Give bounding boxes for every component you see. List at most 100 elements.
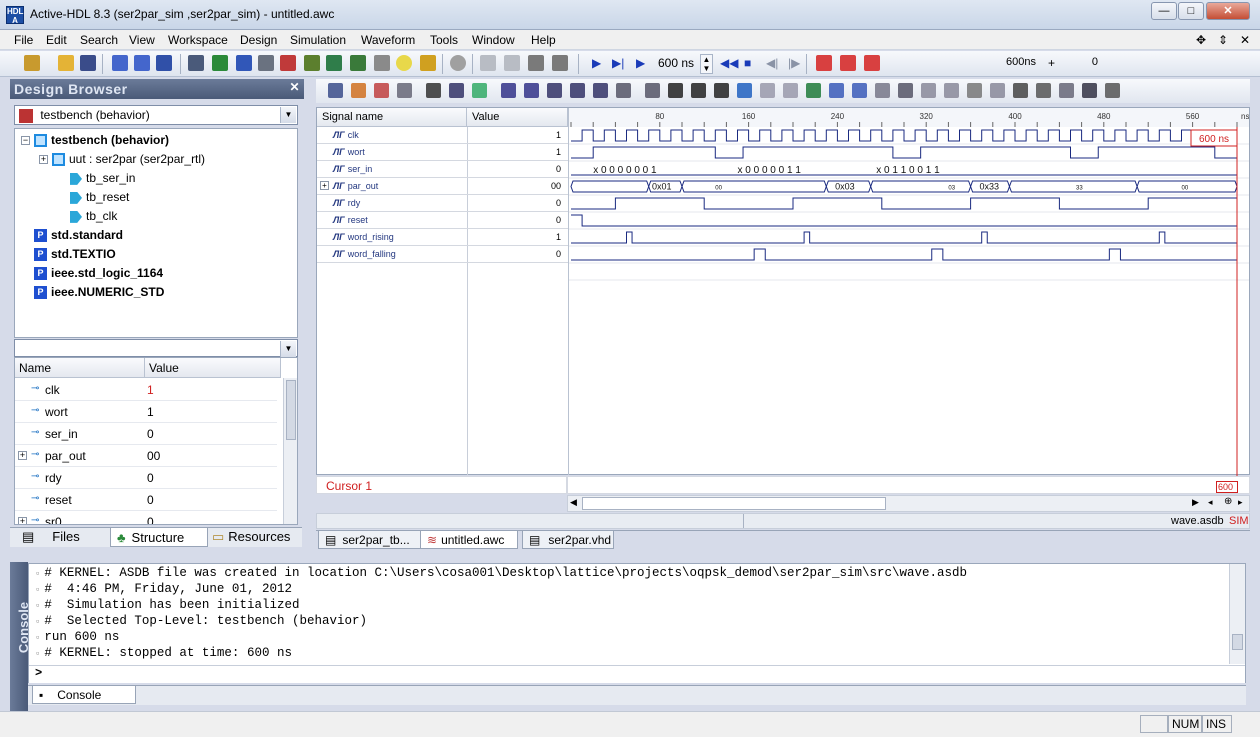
table-row[interactable]: ⊸ reset 0 — [15, 489, 281, 511]
zoom-right-icon[interactable] — [593, 83, 608, 98]
paste-icon[interactable] — [783, 83, 798, 98]
tree-item[interactable]: − testbench (behavior) — [21, 133, 169, 152]
breakpoint-icon[interactable] — [816, 55, 832, 71]
grid-scrollbar-thumb[interactable] — [286, 380, 296, 440]
compile-icon[interactable] — [480, 55, 496, 71]
prev-edge-icon[interactable] — [616, 83, 631, 98]
signals-icon[interactable] — [134, 55, 150, 71]
tab-structure[interactable]: ♣ Structure — [110, 527, 208, 547]
step-icon[interactable]: ◀| — [766, 56, 778, 70]
design-unit-combo[interactable]: testbench (behavior) ▼ — [14, 105, 298, 125]
menu-file[interactable]: File — [14, 33, 33, 47]
probe-icon[interactable] — [714, 83, 729, 98]
horizontal-scrollbar[interactable]: ◀ ▶ ◂ ⊕ ▸ — [567, 495, 1250, 512]
arrange-icon[interactable] — [875, 83, 890, 98]
expand-toggle-icon[interactable]: + — [39, 155, 48, 165]
expand-toggle-icon[interactable]: − — [21, 136, 30, 146]
minimize-button[interactable]: — — [1151, 2, 1177, 20]
find-next-icon[interactable] — [691, 83, 706, 98]
zoom-out-small-icon[interactable]: ◂ — [1208, 497, 1213, 508]
scroll-left-icon[interactable]: ◀ — [570, 497, 577, 508]
step-field[interactable]: 0 — [1062, 54, 1102, 73]
code-debug-icon[interactable] — [280, 55, 296, 71]
close-panel-icon[interactable]: ✕ — [289, 80, 300, 94]
table-row[interactable]: + ⊸ sr0 0 — [15, 511, 281, 524]
compile-all-icon[interactable] — [504, 55, 520, 71]
horizontal-scroll-thumb[interactable] — [582, 497, 886, 510]
hex-icon[interactable] — [829, 83, 844, 98]
run-time-field[interactable]: 600 ns — [658, 56, 694, 70]
restart-icon[interactable] — [552, 55, 568, 71]
zoom-out-icon[interactable] — [524, 83, 539, 98]
breakpoint-clear-icon[interactable] — [864, 55, 880, 71]
grid-icon[interactable] — [156, 55, 172, 71]
chevron-down-icon[interactable]: ▼ — [280, 341, 296, 357]
signal-filter-combo[interactable]: ▼ — [14, 339, 298, 357]
sig-add-icon[interactable] — [944, 83, 959, 98]
menu-simulation[interactable]: Simulation — [290, 33, 346, 47]
signal-row[interactable]: + ЛГ par_out 00 — [317, 178, 568, 195]
grid-header-name[interactable]: Name — [15, 358, 145, 378]
menu-edit[interactable]: Edit — [46, 33, 67, 47]
breakpoint-toggle-icon[interactable] — [840, 55, 856, 71]
table-row[interactable]: ⊸ rdy 0 — [15, 467, 281, 489]
library-icon[interactable] — [188, 55, 204, 71]
edit-driver-icon[interactable] — [806, 83, 821, 98]
waveform-canvas[interactable]: 80 160 240 320 400 480 560 ns 0x01 00 0x03 03 0x33 33… — [569, 108, 1249, 476]
run-until-icon[interactable]: ▶| — [612, 56, 624, 70]
cut-icon[interactable] — [760, 83, 775, 98]
run-icon[interactable]: ▶ — [592, 56, 601, 70]
grid-scrollbar[interactable] — [283, 378, 297, 524]
cursor-row-label[interactable]: Cursor 1 — [316, 476, 567, 494]
print-icon[interactable] — [1036, 83, 1051, 98]
tree-item[interactable]: Pstd.TEXTIO — [21, 247, 116, 266]
signal-row[interactable]: ЛГ word_rising 1 — [317, 229, 568, 246]
find-prev-icon[interactable] — [668, 83, 683, 98]
scroll-right-icon[interactable]: ▶ — [1192, 497, 1199, 508]
maximize-button[interactable]: □ — [1178, 2, 1204, 20]
export-icon[interactable] — [1082, 83, 1097, 98]
table-row[interactable]: ⊸ clk 1 — [15, 379, 281, 401]
menu-workspace[interactable]: Workspace — [168, 33, 228, 47]
marker-icon[interactable] — [737, 83, 752, 98]
expand-toggle-icon[interactable]: + — [18, 517, 27, 524]
zoom-area-icon[interactable] — [547, 83, 562, 98]
menu-waveform[interactable]: Waveform — [361, 33, 415, 47]
expand-toggle-icon[interactable]: + — [18, 451, 27, 460]
props-icon[interactable] — [397, 83, 412, 98]
tree-item[interactable]: tb_clk — [57, 209, 117, 228]
tree-item[interactable]: tb_ser_in — [57, 171, 135, 190]
history-icon[interactable] — [351, 83, 366, 98]
menu-view[interactable]: View — [129, 33, 155, 47]
step-over-icon[interactable]: |▶ — [788, 56, 800, 70]
next-edge-icon[interactable] — [645, 83, 660, 98]
tree-item[interactable]: Pieee.NUMERIC_STD — [21, 285, 164, 304]
signal-row[interactable]: ЛГ clk 1 — [317, 127, 568, 144]
table-row[interactable]: ⊸ ser_in 0 — [15, 423, 281, 445]
header-signal-name[interactable]: Signal name — [317, 108, 467, 127]
sig-del-icon[interactable] — [967, 83, 982, 98]
console-output[interactable]: ▫ # KERNEL: ASDB file was created in loca… — [28, 563, 1246, 683]
console-scrollbar-thumb[interactable] — [1232, 634, 1243, 650]
wizard-icon[interactable] — [420, 55, 436, 71]
grid-header-value[interactable]: Value — [145, 358, 281, 378]
bin-icon[interactable] — [852, 83, 867, 98]
lightbulb-icon[interactable] — [396, 55, 412, 71]
tab-resources[interactable]: ▭ Resources — [206, 527, 302, 547]
tree-item[interactable]: Pieee.std_logic_1164 — [21, 266, 163, 285]
cursor-time-box[interactable]: 600 — [1216, 481, 1238, 493]
stack-icon[interactable] — [528, 55, 544, 71]
pointer-icon[interactable] — [426, 83, 441, 98]
stop-icon[interactable]: ■ — [744, 56, 751, 70]
tree-item[interactable]: Pstd.standard — [21, 228, 123, 247]
header-value[interactable]: Value — [467, 108, 568, 127]
tree-item[interactable]: tb_reset — [57, 190, 129, 209]
close-button[interactable]: ✕ — [1206, 2, 1250, 20]
time-field[interactable]: 600ns — [885, 54, 1040, 73]
find-icon[interactable] — [258, 55, 274, 71]
tab-console[interactable]: ▪ Console — [32, 685, 136, 704]
zoom-pointer-icon[interactable] — [449, 83, 464, 98]
step-back-icon[interactable]: ◀◀ — [720, 56, 738, 70]
group-icon[interactable] — [898, 83, 913, 98]
table-row[interactable]: + ⊸ par_out 00 — [15, 445, 281, 467]
